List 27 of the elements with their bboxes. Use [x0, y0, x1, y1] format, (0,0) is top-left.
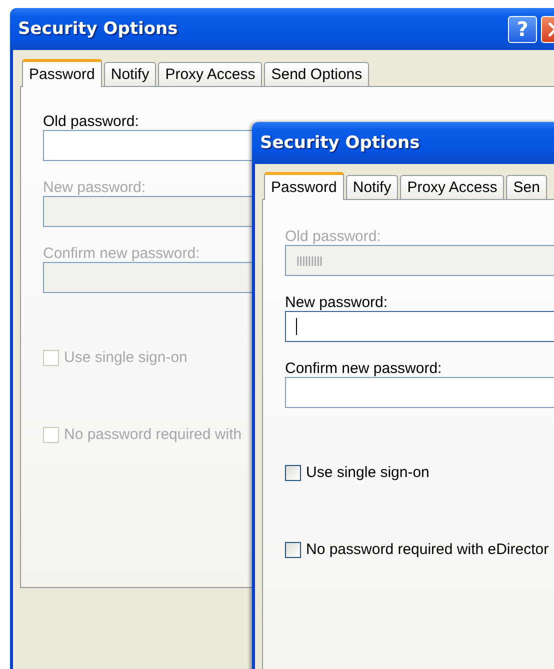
field-label: Confirm new password:: [43, 245, 200, 262]
tab[interactable]: Proxy Access: [158, 62, 262, 86]
password-field[interactable]: [285, 377, 554, 408]
checkbox-label: Use single sign-on: [306, 464, 430, 481]
field-label: Old password:: [43, 113, 139, 130]
tab[interactable]: Password: [264, 172, 344, 200]
window-title: Security Options: [260, 133, 421, 153]
field-label: Old password:: [285, 228, 381, 245]
text-caret: [296, 318, 297, 335]
field-label: New password:: [43, 179, 146, 196]
tab[interactable]: Proxy Access: [400, 175, 504, 199]
tab[interactable]: Password: [22, 59, 102, 87]
checkbox-label: No password required with eDirector: [306, 541, 549, 558]
window-title: Security Options: [18, 19, 179, 39]
masked-password: IIIIIIIII: [296, 252, 322, 268]
field-label: Confirm new password:: [285, 360, 442, 377]
tab[interactable]: Send Options: [264, 62, 370, 86]
password-field[interactable]: [285, 311, 554, 342]
field-label: New password:: [285, 294, 388, 311]
checkbox[interactable]: [285, 464, 301, 480]
checkbox-label: Use single sign-on: [64, 349, 188, 366]
tab[interactable]: Notify: [346, 175, 398, 199]
checkbox-label: No password required with: [64, 426, 242, 443]
checkbox[interactable]: [285, 542, 301, 558]
tab[interactable]: Notify: [104, 62, 156, 86]
tab[interactable]: Sen: [506, 175, 547, 199]
help-button[interactable]: ?: [508, 16, 537, 42]
